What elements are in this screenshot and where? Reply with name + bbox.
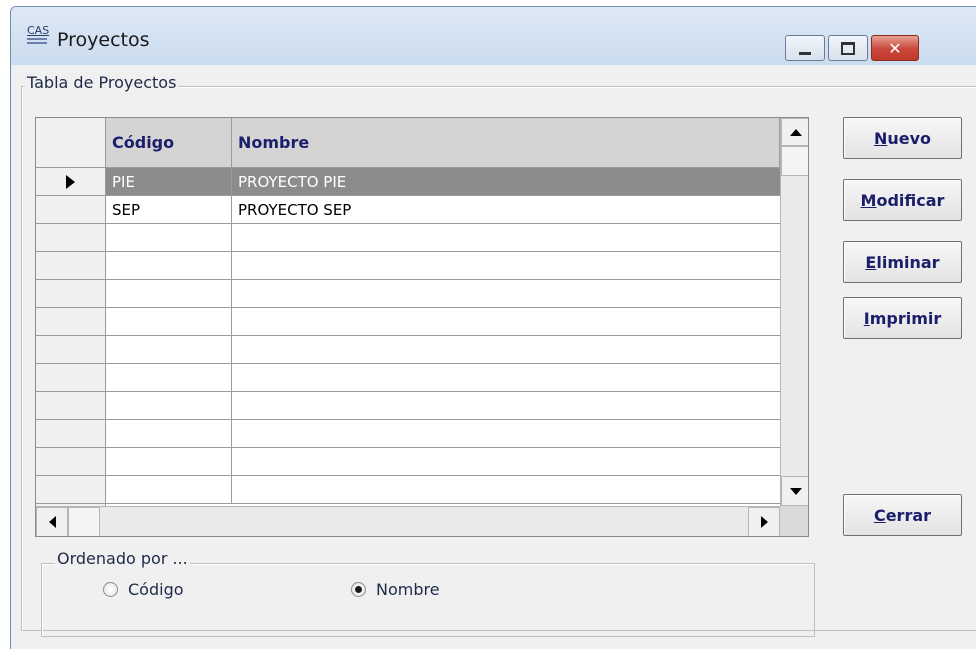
row-selector[interactable]: [36, 392, 106, 419]
cell-nombre[interactable]: [232, 252, 780, 279]
table-row[interactable]: [36, 308, 780, 336]
eliminar-button[interactable]: Eliminar: [843, 241, 962, 283]
row-selector[interactable]: [36, 308, 106, 335]
row-selector[interactable]: [36, 448, 106, 475]
radio-codigo-label: Código: [128, 580, 184, 599]
scroll-down-button[interactable]: [781, 476, 808, 506]
horizontal-scrollbar[interactable]: [36, 506, 780, 536]
row-selector[interactable]: [36, 224, 106, 251]
scroll-left-button[interactable]: [36, 507, 68, 536]
table-row[interactable]: PIE PROYECTO PIE: [36, 168, 780, 196]
cell-codigo[interactable]: [106, 420, 232, 447]
nuevo-button[interactable]: Nuevo: [843, 117, 962, 159]
cell-nombre[interactable]: [232, 308, 780, 335]
cell-codigo[interactable]: [106, 364, 232, 391]
imprimir-button[interactable]: Imprimir: [843, 297, 962, 339]
maximize-button[interactable]: [828, 35, 868, 61]
cell-nombre[interactable]: [232, 392, 780, 419]
table-group-legend: Tabla de Proyectos: [25, 73, 179, 92]
arrow-up-icon: [789, 128, 802, 136]
table-row[interactable]: [36, 420, 780, 448]
window-client: Tabla de Proyectos Código Nombre PIE PROY…: [11, 65, 976, 649]
row-selector[interactable]: [36, 196, 106, 223]
radio-nombre-indicator[interactable]: [351, 582, 366, 597]
table-row[interactable]: SEP PROYECTO SEP: [36, 196, 780, 224]
cerrar-button[interactable]: Cerrar: [843, 494, 962, 536]
cell-nombre[interactable]: [232, 280, 780, 307]
window-controls: ✕: [785, 35, 922, 63]
cell-codigo[interactable]: [106, 392, 232, 419]
table-row[interactable]: [36, 476, 780, 504]
row-selector[interactable]: [36, 168, 106, 195]
minimize-icon: [799, 51, 811, 55]
cell-codigo[interactable]: [106, 476, 232, 503]
column-header-codigo[interactable]: Código: [106, 118, 232, 168]
cell-codigo[interactable]: [106, 336, 232, 363]
desktop-edge: [0, 0, 10, 649]
projects-grid[interactable]: Código Nombre PIE PROYECTO PIE SEP PROYECTO…: [35, 117, 809, 537]
radio-codigo[interactable]: Código: [103, 580, 184, 599]
cell-nombre[interactable]: PROYECTO PIE: [232, 168, 780, 195]
cell-nombre[interactable]: [232, 420, 780, 447]
app-icon: CAS: [27, 25, 51, 53]
cell-codigo[interactable]: [106, 224, 232, 251]
title-bar[interactable]: CAS Proyectos ✕: [11, 7, 976, 65]
arrow-left-icon: [48, 516, 56, 528]
table-row[interactable]: [36, 336, 780, 364]
cell-nombre[interactable]: [232, 224, 780, 251]
table-row[interactable]: [36, 280, 780, 308]
table-row[interactable]: [36, 392, 780, 420]
cell-nombre[interactable]: [232, 364, 780, 391]
table-row[interactable]: [36, 364, 780, 392]
order-group: [41, 563, 815, 637]
radio-codigo-indicator[interactable]: [103, 582, 118, 597]
horizontal-scroll-thumb[interactable]: [68, 507, 100, 536]
cell-codigo[interactable]: [106, 280, 232, 307]
vertical-scroll-thumb[interactable]: [781, 146, 808, 176]
table-row[interactable]: [36, 252, 780, 280]
table-row[interactable]: [36, 224, 780, 252]
vertical-scrollbar[interactable]: [780, 118, 808, 506]
proyectos-window: CAS Proyectos ✕ Tabla de Proyectos Códig…: [10, 6, 976, 649]
close-icon: ✕: [888, 38, 902, 58]
app-icon-text: CAS: [27, 24, 50, 37]
minimize-button[interactable]: [785, 35, 825, 61]
current-row-arrow-icon: [66, 174, 75, 189]
row-selector[interactable]: [36, 252, 106, 279]
radio-nombre-label: Nombre: [376, 580, 440, 599]
cell-codigo[interactable]: [106, 308, 232, 335]
table-row[interactable]: [36, 448, 780, 476]
radio-nombre[interactable]: Nombre: [351, 580, 440, 599]
close-button[interactable]: ✕: [871, 35, 919, 61]
cell-nombre[interactable]: [232, 448, 780, 475]
cell-nombre[interactable]: [232, 476, 780, 503]
cell-codigo[interactable]: [106, 252, 232, 279]
cell-codigo[interactable]: SEP: [106, 196, 232, 223]
arrow-down-icon: [789, 487, 802, 495]
cell-codigo[interactable]: [106, 448, 232, 475]
scroll-up-button[interactable]: [781, 118, 808, 146]
cell-nombre[interactable]: PROYECTO SEP: [232, 196, 780, 223]
row-selector[interactable]: [36, 280, 106, 307]
row-selector[interactable]: [36, 476, 106, 503]
scroll-corner: [780, 506, 808, 536]
grid-corner-header: [36, 118, 106, 168]
cell-codigo[interactable]: PIE: [106, 168, 232, 195]
window-title: Proyectos: [57, 29, 150, 51]
modificar-button[interactable]: Modificar: [843, 179, 962, 221]
column-header-nombre[interactable]: Nombre: [232, 118, 780, 168]
row-selector[interactable]: [36, 420, 106, 447]
row-selector[interactable]: [36, 336, 106, 363]
arrow-right-icon: [760, 516, 768, 528]
row-selector[interactable]: [36, 364, 106, 391]
scroll-right-button[interactable]: [748, 507, 780, 536]
maximize-icon: [841, 41, 855, 55]
cell-nombre[interactable]: [232, 336, 780, 363]
order-group-legend: Ordenado por ...: [55, 549, 190, 568]
